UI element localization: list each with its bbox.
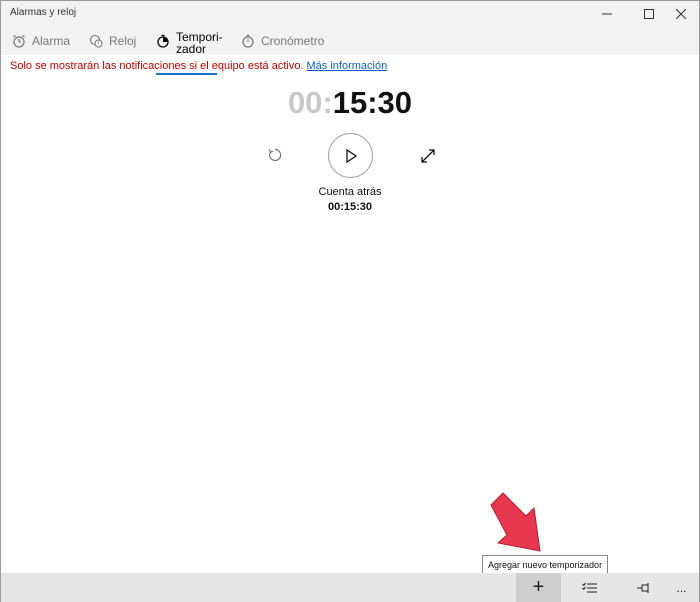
maximize-icon — [644, 8, 654, 19]
alarm-clock-icon — [12, 34, 26, 48]
close-icon — [676, 8, 686, 19]
add-timer-tooltip: Agregar nuevo temporizador — [482, 555, 609, 574]
more-info-link[interactable]: Más información — [307, 60, 388, 72]
pin-to-start-button[interactable] — [629, 573, 659, 602]
timer-display: 00:15:30 — [1, 85, 699, 121]
timer-name: Cuenta atrás — [318, 186, 382, 198]
tab-temporizador-label: Tempori- zador — [176, 31, 223, 55]
reset-button[interactable] — [264, 144, 286, 166]
edit-list-icon — [582, 582, 597, 592]
app-window: Alarmas y reloj Alarma Reloj Tempori- za… — [0, 0, 700, 602]
close-button[interactable] — [664, 1, 698, 26]
add-icon: + — [532, 576, 545, 598]
more-icon: ... — [676, 580, 687, 595]
tab-temporizador-label-line1: Tempori- — [176, 29, 223, 44]
tab-reloj[interactable]: Reloj — [89, 26, 136, 55]
play-button[interactable] — [328, 133, 373, 178]
tab-cronometro[interactable]: Cronómetro — [241, 26, 324, 55]
tab-alarma[interactable]: Alarma — [12, 26, 70, 55]
world-clock-icon — [89, 34, 103, 48]
active-tab-indicator — [156, 73, 217, 75]
expand-button[interactable] — [417, 145, 439, 167]
minimize-icon — [602, 13, 612, 14]
tab-alarma-label: Alarma — [32, 33, 71, 48]
edit-timers-button[interactable] — [575, 573, 605, 602]
timer-value: 00:15:30 — [327, 201, 373, 213]
tab-cronometro-label: Cronómetro — [261, 33, 325, 48]
pin-icon — [637, 582, 649, 593]
title-bar[interactable]: Alarmas y reloj — [1, 1, 699, 26]
command-bar: + ... — [1, 573, 699, 602]
tab-bar: Alarma Reloj Tempori- zador Cronómetro — [1, 26, 699, 75]
timer-minutes-seconds: 15:30 — [332, 85, 413, 120]
expand-icon — [421, 149, 435, 163]
maximize-button[interactable] — [632, 1, 666, 26]
timer-icon — [156, 34, 170, 48]
stopwatch-icon — [241, 34, 255, 48]
tab-temporizador[interactable]: Tempori- zador — [156, 26, 223, 55]
notification-notice: Solo se mostrarán las notificaciones si … — [10, 60, 387, 72]
play-icon — [345, 148, 357, 163]
window-title: Alarmas y reloj — [10, 7, 77, 18]
tab-reloj-label: Reloj — [109, 33, 137, 48]
notice-text: Solo se mostrarán las notificaciones si … — [10, 60, 304, 72]
more-options-button[interactable]: ... — [669, 573, 694, 602]
add-timer-button[interactable]: + — [516, 573, 561, 602]
minimize-button[interactable] — [590, 1, 624, 26]
reset-icon — [268, 148, 282, 162]
red-arrow-annotation — [490, 492, 541, 552]
tab-temporizador-label-line2: zador — [176, 41, 207, 56]
timer-separator: : — [322, 85, 333, 120]
timer-hours: 00 — [287, 85, 323, 120]
